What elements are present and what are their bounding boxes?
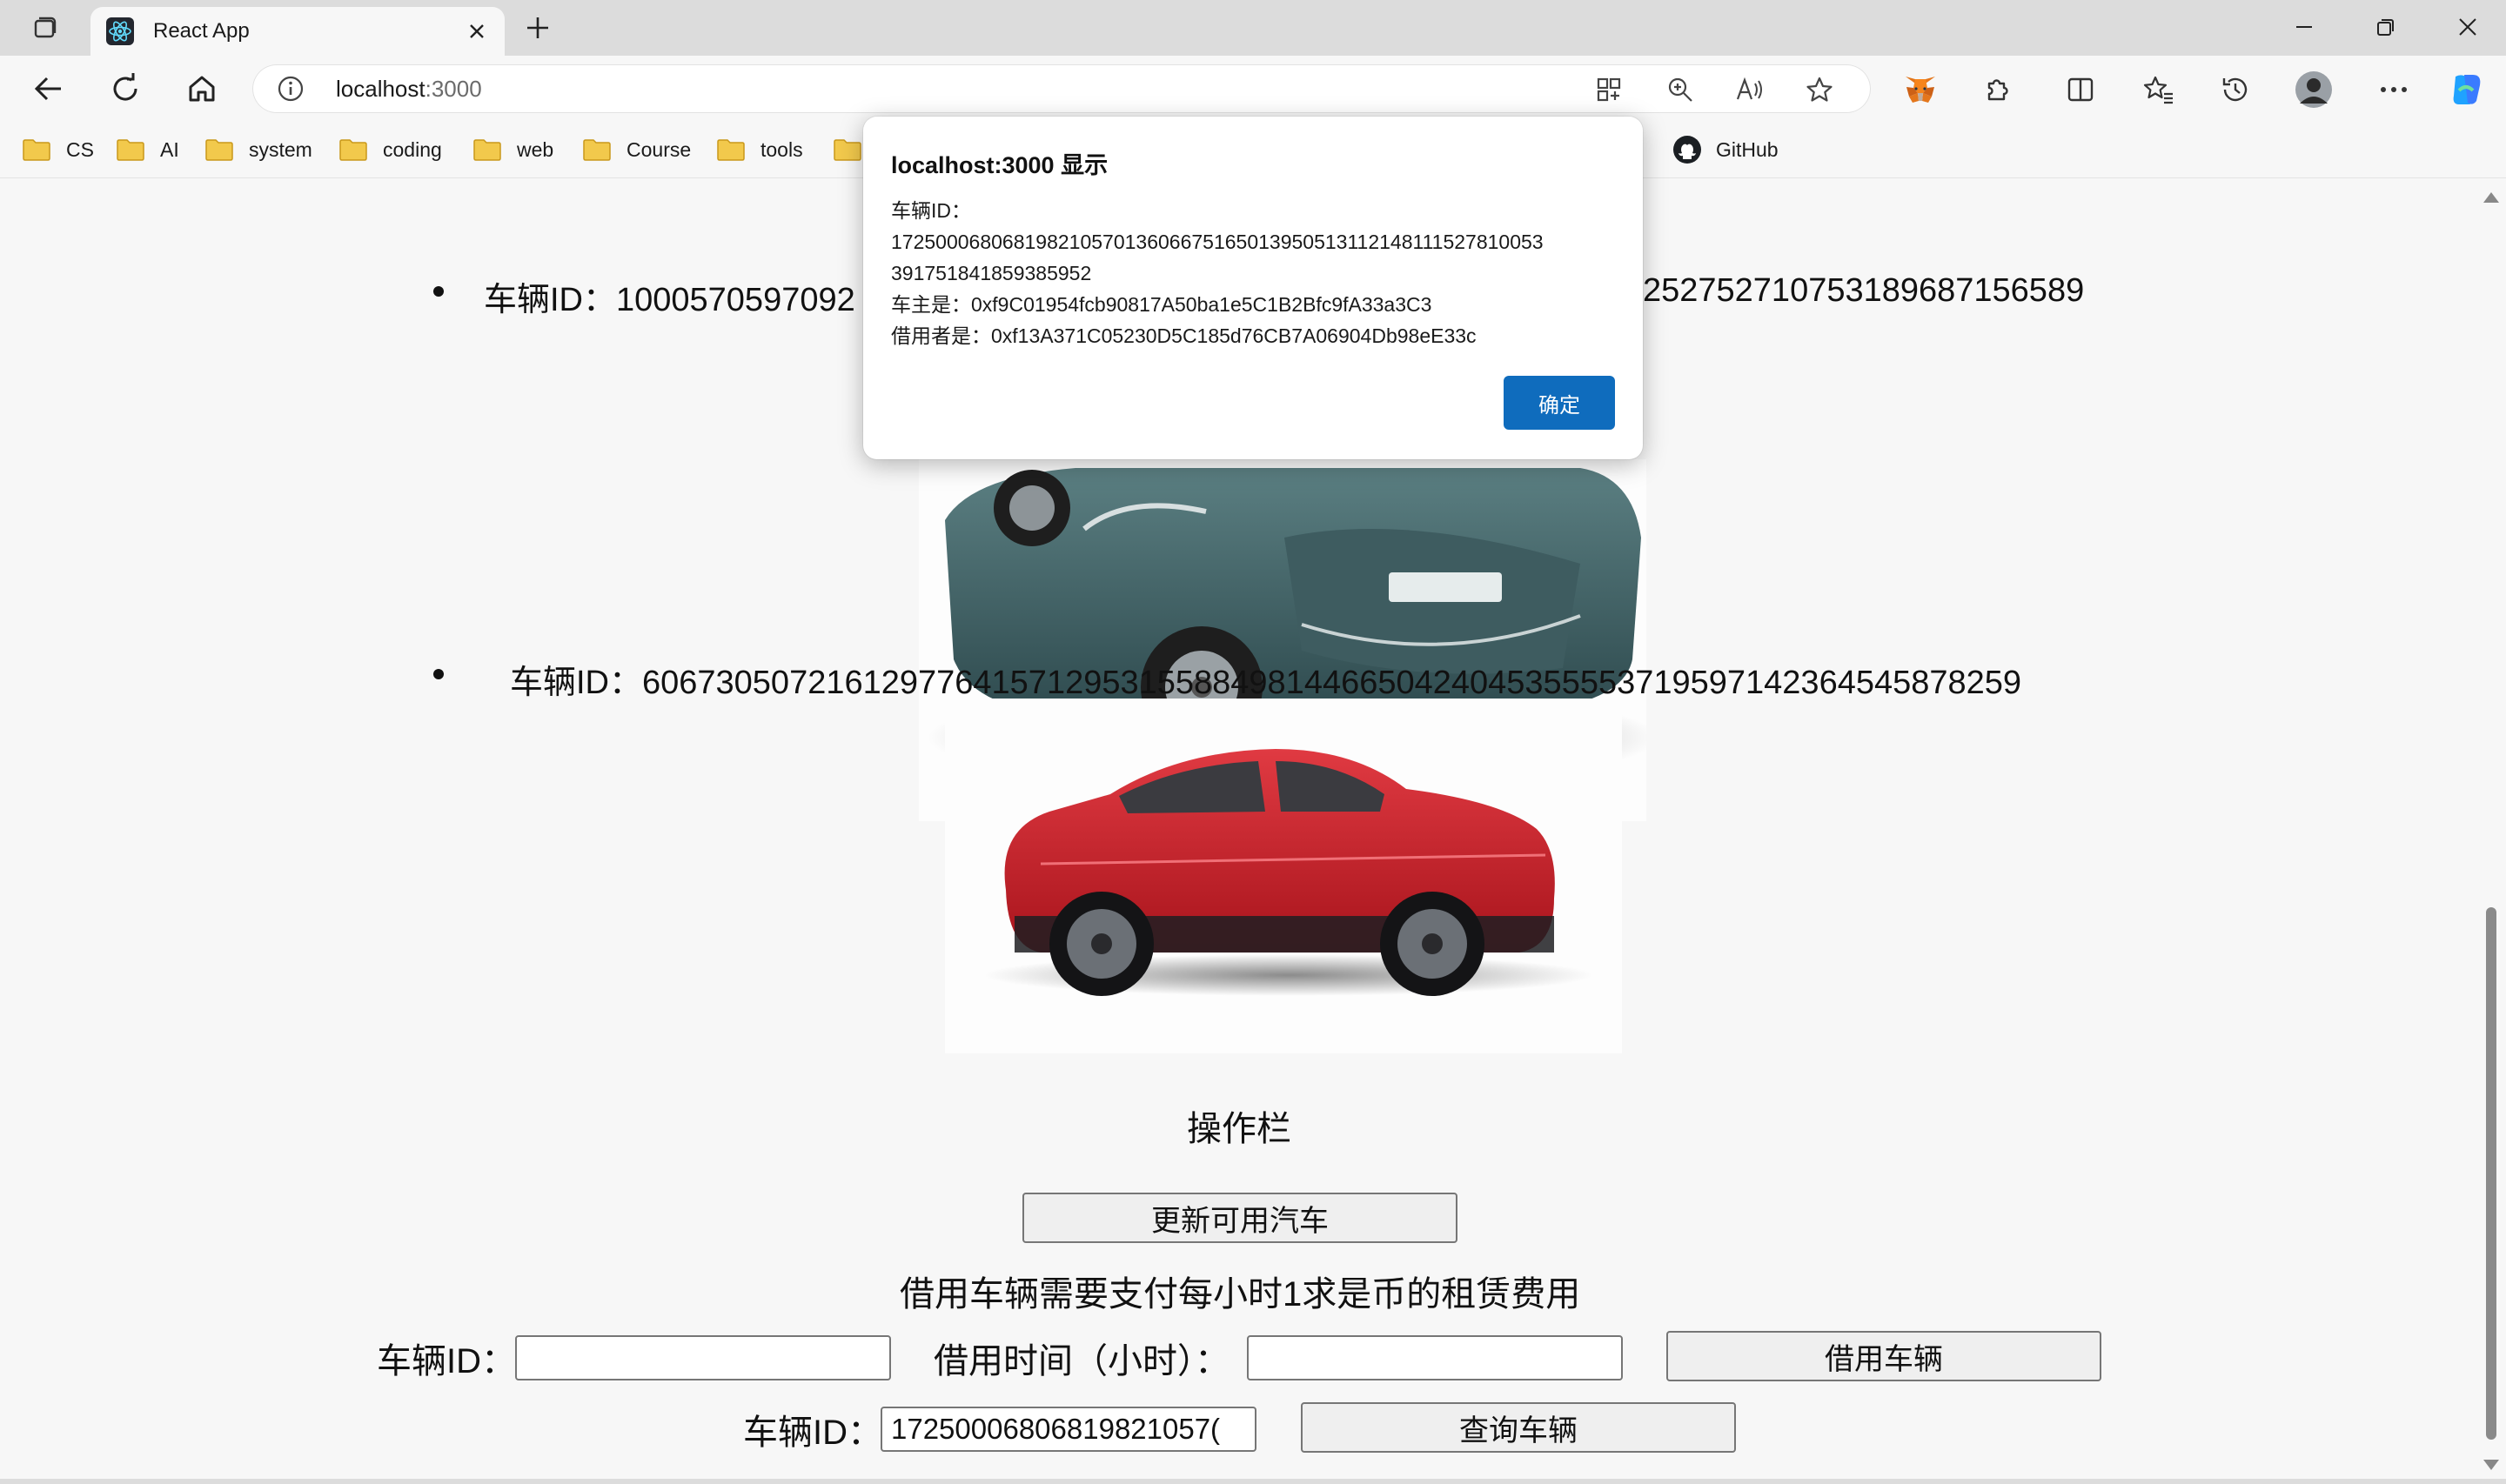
- car-image-red: [945, 699, 1622, 1053]
- bookmark-label: web: [517, 137, 554, 161]
- rent-notice: 借用车辆需要支付每小时1求是币的租赁费用: [900, 1275, 1581, 1314]
- url-port: :3000: [425, 76, 482, 102]
- dialog-line: 1725000680681982105701360667516501395051…: [891, 231, 1544, 253]
- bookmark-folder-course[interactable]: Course: [583, 134, 691, 165]
- url-text[interactable]: localhost:3000: [336, 76, 482, 103]
- dialog-title: localhost:3000 显示: [891, 152, 1109, 178]
- ops-title: 操作栏: [1187, 1110, 1291, 1148]
- query-id-input[interactable]: 17250006806819821057(: [881, 1407, 1256, 1452]
- borrow-id-label: 车辆ID：: [377, 1342, 516, 1380]
- copilot-icon[interactable]: [2447, 70, 2487, 110]
- scroll-up-icon[interactable]: [2483, 192, 2499, 203]
- site-info-icon[interactable]: [277, 75, 305, 103]
- list-bullet: [433, 669, 444, 679]
- bookmark-label: system: [249, 137, 312, 161]
- browser-toolbar: localhost:3000: [0, 56, 2506, 122]
- borrow-id-input[interactable]: [515, 1335, 891, 1380]
- window-bottom-edge: [0, 1479, 2506, 1484]
- address-bar[interactable]: localhost:3000: [252, 64, 1871, 113]
- avatar[interactable]: [2294, 70, 2334, 110]
- tab-bar: React App: [0, 0, 2506, 56]
- bookmark-folder-ai[interactable]: AI: [117, 134, 179, 165]
- restore-icon[interactable]: [2349, 5, 2422, 49]
- scroll-down-icon[interactable]: [2483, 1460, 2499, 1470]
- extensions-icon[interactable]: [1977, 70, 2017, 110]
- zoom-icon[interactable]: [1664, 73, 1697, 106]
- browser-tab[interactable]: React App: [90, 7, 505, 56]
- bookmark-folder-cs[interactable]: CS: [23, 134, 94, 165]
- folder-icon: [473, 139, 501, 161]
- update-cars-button[interactable]: 更新可用汽车: [1022, 1193, 1457, 1243]
- metamask-icon[interactable]: [1900, 70, 1940, 110]
- app-available-icon[interactable]: [1592, 73, 1625, 106]
- bookmark-label: GitHub: [1716, 137, 1779, 161]
- github-icon: [1673, 136, 1701, 164]
- dialog-ok-button[interactable]: 确定: [1504, 376, 1615, 430]
- react-icon: [106, 17, 134, 45]
- folder-icon: [583, 139, 611, 161]
- query-id-label: 车辆ID：: [743, 1414, 882, 1452]
- vehicle-id-text: 车辆ID：60673050721612977641571295315588498…: [510, 665, 2022, 701]
- folder-icon: [339, 139, 367, 161]
- favorite-star-icon[interactable]: [1803, 73, 1836, 106]
- favorites-icon[interactable]: [2139, 70, 2179, 110]
- close-tab-icon[interactable]: [461, 16, 492, 47]
- vehicle-id-text-tail: 252752710753189687156589: [1643, 272, 2085, 309]
- borrow-hours-label: 借用时间（小时）：: [934, 1342, 1230, 1380]
- history-icon[interactable]: [2215, 70, 2255, 110]
- tab-actions-icon[interactable]: [21, 12, 70, 43]
- bookmark-label: Course: [626, 137, 692, 161]
- refresh-icon[interactable]: [103, 68, 148, 110]
- page-scrollbar[interactable]: [2476, 178, 2506, 1484]
- borrow-hours-input[interactable]: [1247, 1335, 1623, 1380]
- dialog-line: 391751841859385952: [891, 262, 1092, 284]
- scroll-thumb[interactable]: [2486, 907, 2496, 1440]
- dialog-line: 借用者是：0xf13A371C05230D5C185d76CB7A06904Db…: [891, 324, 1477, 347]
- dialog-line: 车主是：0xf9C01954fcb90817A50ba1e5C1B2Bfc9fA…: [891, 293, 1432, 316]
- bookmark-label: tools: [761, 137, 803, 161]
- read-aloud-icon[interactable]: [1733, 73, 1766, 106]
- bookmark-github[interactable]: GitHub: [1672, 134, 1779, 165]
- dialog-message: 车辆ID： 1725000680681982105701360667516501…: [891, 195, 1622, 351]
- bookmark-folder-coding[interactable]: coding: [339, 134, 442, 165]
- folder-icon: [834, 139, 861, 161]
- home-icon[interactable]: [179, 68, 224, 110]
- vehicle-id-text: 车辆ID：1000570597092: [484, 282, 855, 318]
- folder-icon: [717, 139, 745, 161]
- tab-title: React App: [153, 19, 250, 43]
- folder-icon: [117, 139, 144, 161]
- bookmark-folder-system[interactable]: system: [205, 134, 312, 165]
- bookmark-folder-tools[interactable]: tools: [717, 134, 803, 165]
- minimize-icon[interactable]: [2268, 5, 2341, 49]
- bookmark-label: CS: [66, 137, 94, 161]
- borrow-car-button[interactable]: 借用车辆: [1666, 1331, 2101, 1381]
- folder-icon: [205, 139, 233, 161]
- more-menu-icon[interactable]: [2374, 70, 2414, 110]
- back-icon[interactable]: [26, 68, 71, 110]
- query-car-button[interactable]: 查询车辆: [1301, 1402, 1736, 1453]
- close-window-icon[interactable]: [2431, 5, 2504, 49]
- split-screen-icon[interactable]: [2060, 70, 2101, 110]
- url-host: localhost: [336, 76, 425, 102]
- bookmark-label: AI: [160, 137, 179, 161]
- bookmark-label: coding: [383, 137, 442, 161]
- list-bullet: [433, 286, 444, 297]
- bookmark-folder-web[interactable]: web: [473, 134, 553, 165]
- alert-dialog: localhost:3000 显示 车辆ID： 1725000680681982…: [863, 117, 1643, 459]
- dialog-line: 车辆ID：: [891, 199, 971, 222]
- new-tab-icon[interactable]: [519, 9, 557, 47]
- folder-icon: [23, 139, 50, 161]
